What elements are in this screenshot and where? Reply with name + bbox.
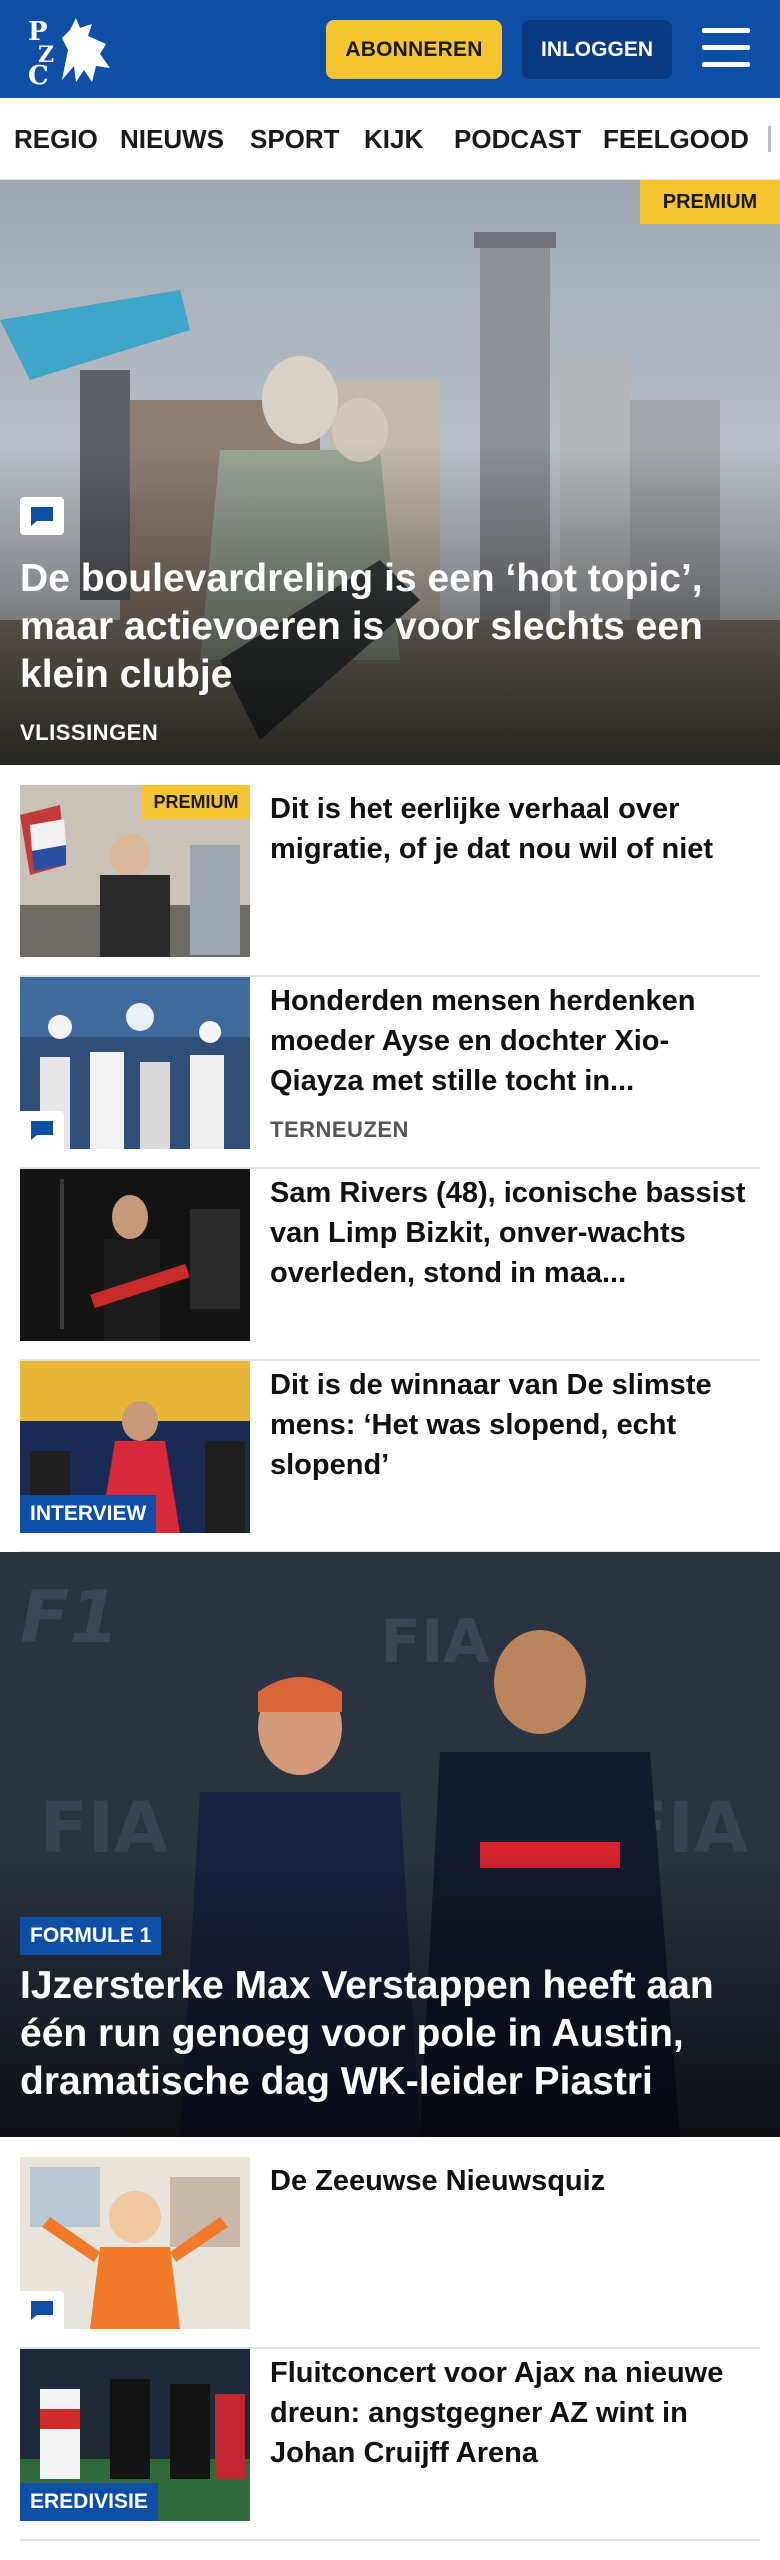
hero-article[interactable]: PREMIUM De boulevardreling is een ‘hot t… [0,180,780,765]
hero-title[interactable]: De boulevardreling is een ‘hot topic’, m… [20,555,760,699]
article-tag: EREDIVISIE [20,2483,158,2521]
list-item[interactable]: Sam Rivers (48), iconische bassist van L… [20,1169,760,1361]
feature-article[interactable]: F1 FIA FIA FIA FORMULE 1 IJzersterke Max… [0,1552,780,2137]
nav-item-podcast[interactable]: PODCAST [454,98,581,179]
article-thumbnail: EREDIVISIE [20,2349,250,2521]
svg-text:C: C [28,61,49,88]
nav-item-nieuws[interactable]: NIEUWS [120,98,224,179]
article-title[interactable]: Dit is de winnaar van De slimste mens: ‘… [270,1365,760,1485]
feature-tag: FORMULE 1 [20,1917,162,1955]
article-thumbnail [20,2157,250,2329]
feature-title[interactable]: IJzersterke Max Verstappen heeft aan één… [20,1962,770,2106]
comment-icon [20,497,64,535]
list-item[interactable]: De Zeeuwse Nieuwsquiz [20,2157,760,2349]
list-item[interactable]: EREDIVISIE Fluitconcert voor Ajax na nie… [20,2349,760,2541]
list-item[interactable]: INTERVIEW Dit is de winnaar van De slims… [20,1361,760,1553]
article-title[interactable]: Fluitconcert voor Ajax na nieuwe dreun: … [270,2353,760,2473]
article-tag: INTERVIEW [20,1495,157,1533]
article-thumbnail: PREMIUM [20,785,250,957]
article-thumbnail [20,977,250,1149]
hero-section-label: VLISSINGEN [20,720,159,745]
nav-item-feelgood[interactable]: FEELGOOD [603,98,749,179]
nav-item-kijk[interactable]: KIJK [364,98,423,179]
article-title[interactable]: Honderden mensen herdenken moeder Ayse e… [270,981,760,1101]
premium-badge: PREMIUM [640,180,780,224]
article-thumbnail [20,1169,250,1341]
article-title[interactable]: Sam Rivers (48), iconische bassist van L… [270,1173,760,1293]
nav-overflow-indicator [768,126,771,152]
list-item[interactable]: Honderden mensen herdenken moeder Ayse e… [20,977,760,1169]
article-title[interactable]: De Zeeuwse Nieuwsquiz [270,2161,760,2201]
nav-item-regio[interactable]: REGIO [14,98,98,179]
login-button[interactable]: INLOGGEN [522,20,672,79]
nav-item-sport[interactable]: SPORT [250,98,340,179]
list-item[interactable]: PREMIUM Dit is het eerlijke verhaal over… [20,785,760,977]
premium-badge: PREMIUM [142,785,250,819]
comment-icon [20,2291,64,2329]
subscribe-button[interactable]: ABONNEREN [326,20,502,79]
site-header: P Z C ABONNEREN INLOGGEN [0,0,780,98]
article-title[interactable]: Dit is het eerlijke verhaal over migrati… [270,789,760,869]
hamburger-icon[interactable] [702,28,750,68]
comment-icon [20,1111,64,1149]
article-section-label: TERNEUZEN [270,1117,409,1142]
article-thumbnail: INTERVIEW [20,1361,250,1533]
pzc-logo[interactable]: P Z C [22,10,114,91]
section-nav: REGIO NIEUWS SPORT KIJK PODCAST FEELGOOD [0,98,780,180]
